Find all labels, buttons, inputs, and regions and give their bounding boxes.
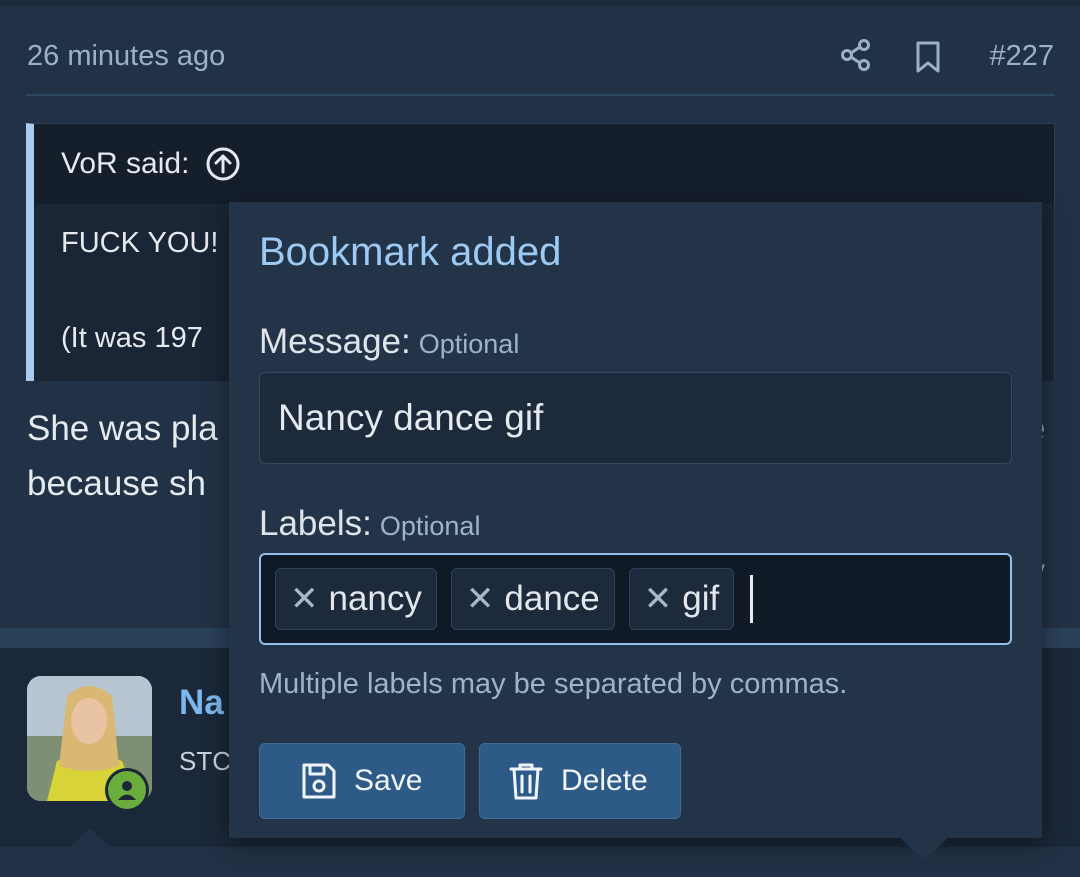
labels-optional-hint: Optional (379, 511, 481, 541)
message-input[interactable]: Nancy dance gif (259, 372, 1012, 464)
delete-button-label: Delete (561, 764, 648, 797)
user-title: STC (179, 746, 231, 776)
arrow-up-circle-icon[interactable] (205, 146, 241, 182)
label-tag: ✕ dance (450, 568, 615, 630)
popup-title: Bookmark added (259, 230, 562, 274)
user-online-icon (118, 781, 136, 800)
floppy-disk-icon (302, 763, 336, 799)
message-optional-hint: Optional (418, 329, 520, 359)
label-tag: ✕ nancy (275, 568, 437, 630)
quote-text-line: FUCK YOU! (61, 227, 219, 259)
username-link[interactable]: Na (179, 683, 224, 723)
post-body-line: because sh (27, 464, 207, 503)
bookmark-icon[interactable] (914, 40, 942, 74)
bookmark-popup: Bookmark added Message: Optional Nancy da… (229, 202, 1042, 838)
quote-author[interactable]: VoR said: (61, 147, 189, 181)
remove-tag-icon[interactable]: ✕ (466, 582, 495, 616)
label-tag: ✕ gif (628, 568, 735, 630)
label-tag-text: nancy (328, 579, 422, 618)
labels-input[interactable]: ✕ nancy ✕ dance ✕ gif (259, 553, 1012, 645)
label-tag-text: dance (504, 579, 600, 618)
message-label: Message: (259, 322, 411, 361)
avatar-notch (70, 828, 110, 847)
user-online-badge (105, 768, 149, 812)
share-icon[interactable] (840, 38, 872, 72)
remove-tag-icon[interactable]: ✕ (644, 582, 673, 616)
labels-label: Labels: (259, 504, 372, 543)
post-header: 26 minutes ago #227 (26, 36, 1055, 96)
labels-help-text: Multiple labels may be separated by comm… (259, 668, 848, 700)
popup-pointer-arrow (900, 838, 948, 860)
message-input-value: Nancy dance gif (278, 397, 544, 438)
labels-field-label: Labels: Optional (259, 504, 480, 544)
post-body-line: She was pla (27, 409, 218, 448)
message-field-label: Message: Optional (259, 322, 519, 362)
remove-tag-icon[interactable]: ✕ (290, 582, 319, 616)
label-tag-text: gif (682, 579, 720, 618)
save-button-label: Save (354, 764, 423, 797)
post-timestamp[interactable]: 26 minutes ago (27, 40, 225, 73)
trash-icon (509, 763, 543, 800)
quote-text-line: (It was 197 (61, 322, 203, 354)
quote-header: VoR said: (34, 124, 1054, 204)
save-button[interactable]: Save (259, 743, 465, 819)
delete-button[interactable]: Delete (479, 743, 681, 819)
post-number-link[interactable]: #227 (989, 40, 1054, 73)
text-caret (750, 575, 754, 623)
